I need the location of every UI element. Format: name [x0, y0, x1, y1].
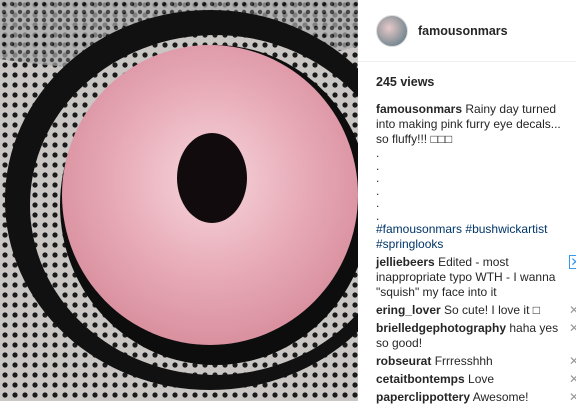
author-username[interactable]: famousonmars [418, 24, 508, 38]
dot-line: . [376, 146, 380, 160]
comment-item: paperclippottery Awesome! ✕ [376, 390, 576, 405]
caption-username[interactable]: famousonmars [376, 102, 462, 116]
dot-line: . [376, 208, 380, 223]
pink-donut-sequin-image [0, 0, 358, 401]
post-photo [0, 0, 358, 401]
comment-item: jelliebeers Edited - most inappropriate … [376, 255, 576, 300]
delete-comment-icon[interactable]: ✕ [568, 354, 576, 369]
delete-comment-icon[interactable]: ✕ [568, 390, 576, 405]
delete-comment-icon[interactable]: ✕ [568, 303, 576, 318]
caption: famousonmars Rainy day turned into makin… [376, 102, 576, 147]
comment-username[interactable]: brielledgephotography [376, 321, 506, 335]
comment-username[interactable]: ering_lover [376, 303, 441, 317]
delete-comment-icon[interactable]: ✕ [568, 321, 576, 336]
hashtags: #famousonmars #bushwickartist #springloo… [376, 222, 576, 252]
dot-line: . [376, 158, 380, 173]
post-header: famousonmars [358, 0, 576, 62]
comment-username[interactable]: robseurat [376, 354, 431, 368]
comment-item: brielledgephotography haha yes so good! … [376, 321, 576, 351]
comment-username[interactable]: paperclippottery [376, 390, 470, 404]
comment-item: ering_lover So cute! I love it □ ✕ [376, 303, 576, 318]
post-sidebar: famousonmars 245 views famousonmars Rain… [358, 0, 576, 404]
delete-comment-icon[interactable]: ✕ [568, 372, 576, 387]
comment-text: Frrresshhh [434, 354, 493, 368]
dot-line: . [376, 196, 380, 210]
view-count[interactable]: 245 views [376, 75, 434, 89]
dot-line: . [376, 183, 380, 198]
comment-text: Awesome! [472, 390, 529, 404]
caption-dots: . . . . . . [376, 147, 576, 222]
comment-username[interactable]: cetaitbontemps [376, 372, 465, 386]
comment-username[interactable]: jelliebeers [376, 255, 435, 269]
avatar[interactable] [376, 14, 408, 47]
comment-text: Love [468, 372, 495, 386]
comment-list: famousonmars Rainy day turned into makin… [376, 102, 576, 405]
dot-line: . [376, 171, 380, 185]
comment-text: So cute! I love it □ [444, 303, 541, 317]
delete-comment-icon[interactable]: ✕ [569, 255, 576, 269]
hashtag-link[interactable]: #springlooks [376, 237, 443, 251]
hashtag-link[interactable]: #famousonmars [376, 222, 462, 236]
comment-item: robseurat Frrresshhh ✕ [376, 354, 576, 369]
hashtag-link[interactable]: #bushwickartist [465, 222, 547, 236]
comment-item: cetaitbontemps Love ✕ [376, 372, 576, 387]
